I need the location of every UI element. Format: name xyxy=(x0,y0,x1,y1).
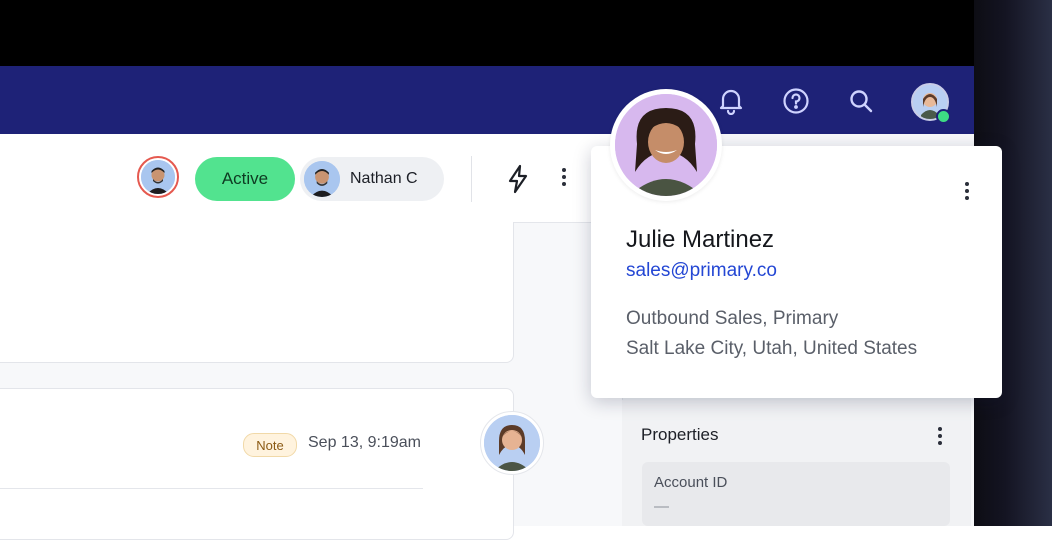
assignee-avatar[interactable] xyxy=(137,156,179,198)
search-icon[interactable] xyxy=(846,86,876,116)
owner-avatar xyxy=(304,161,340,197)
properties-more-icon[interactable] xyxy=(937,427,943,445)
account-id-field[interactable] xyxy=(642,462,950,526)
contact-name: Julie Martinez xyxy=(626,226,775,253)
status-label: Active xyxy=(221,169,269,188)
contact-email-link[interactable]: sales@primary.co xyxy=(626,260,777,282)
note-card xyxy=(0,388,514,540)
properties-title: Properties xyxy=(641,425,719,444)
top-navbar xyxy=(0,66,974,134)
toolbar-divider xyxy=(471,156,472,202)
lightning-icon[interactable] xyxy=(505,164,531,194)
status-badge[interactable]: Active xyxy=(195,157,295,201)
account-id-value: — xyxy=(654,498,669,515)
note-timestamp: Sep 13, 9:19am xyxy=(308,434,421,451)
activity-card xyxy=(0,222,514,363)
online-status-dot xyxy=(936,109,951,124)
contact-company: Outbound Sales, Primary xyxy=(626,308,839,329)
popover-more-icon[interactable] xyxy=(964,182,970,200)
account-id-label: Account ID xyxy=(654,474,728,491)
owner-name: Nathan C xyxy=(350,170,418,187)
backdrop-top xyxy=(0,0,1052,66)
note-author-avatar[interactable] xyxy=(480,411,544,475)
toolbar-more-icon[interactable] xyxy=(561,168,567,186)
note-divider xyxy=(0,488,423,489)
contact-location: Salt Lake City, Utah, United States xyxy=(626,338,918,359)
owner-chip[interactable]: Nathan C xyxy=(300,157,444,201)
bell-icon[interactable] xyxy=(716,86,746,116)
contact-avatar xyxy=(610,89,722,201)
help-icon[interactable] xyxy=(781,86,811,116)
note-badge: Note xyxy=(243,433,297,457)
